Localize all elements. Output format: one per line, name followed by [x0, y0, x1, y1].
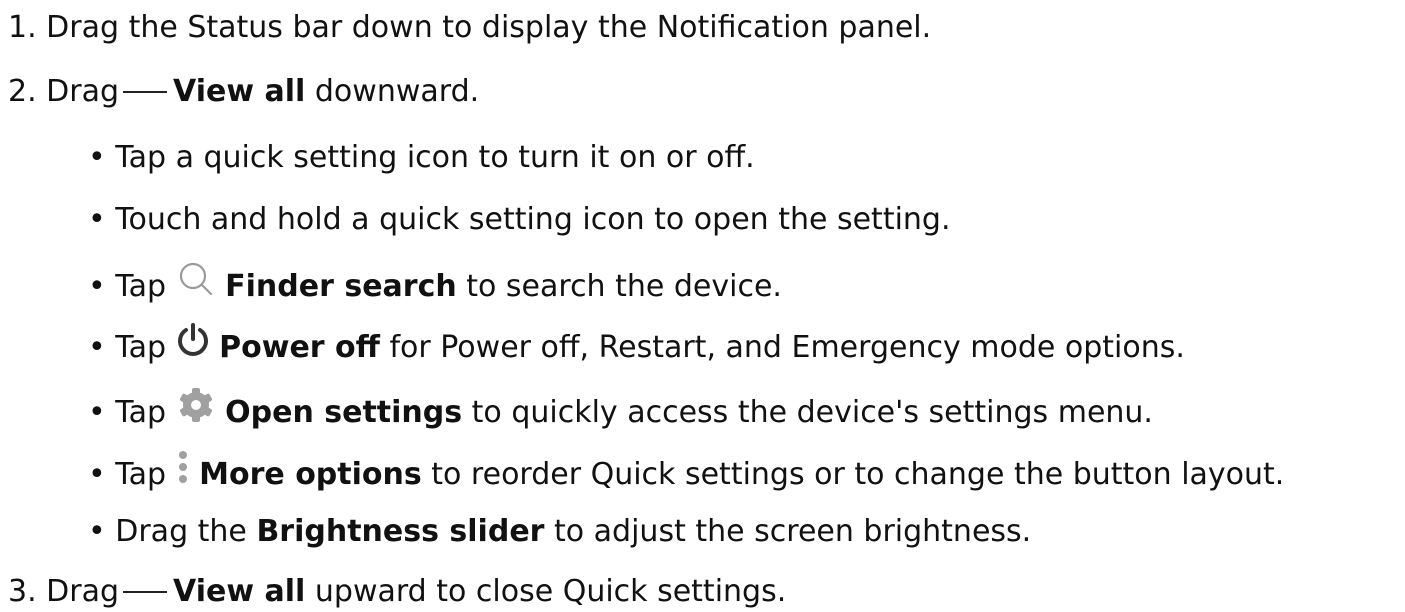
view-all-label: View all — [173, 574, 306, 609]
bullet-text-pre: Tap — [115, 395, 167, 430]
finder-search-label: Finder search — [225, 269, 457, 304]
dash-line-icon — [123, 590, 168, 593]
step-number: 2. — [8, 74, 37, 109]
bullet-text: Tap a quick setting icon to turn it on o… — [115, 140, 755, 175]
step-text-pre: Drag — [46, 74, 120, 109]
bullet-item: • Touch and hold a quick setting icon to… — [88, 200, 951, 240]
gear-icon — [176, 385, 216, 436]
step-text: Drag the Status bar down to display the … — [46, 10, 932, 45]
more-options-label: More options — [199, 457, 422, 492]
bullet-text-post: to adjust the screen brightness. — [554, 514, 1032, 549]
brightness-slider-label: Brightness slider — [256, 514, 545, 549]
bullet-item: • Tap a quick setting icon to turn it on… — [88, 138, 755, 178]
bullet-item: • Tap Finder search to search the device… — [88, 262, 782, 304]
step-text-post: downward. — [314, 74, 480, 109]
power-off-label: Power off — [219, 330, 380, 365]
search-icon — [176, 259, 216, 310]
bullet-text-pre: Tap — [115, 269, 167, 304]
bullet-text-post: to search the device. — [466, 269, 782, 304]
bullet-text-post: for Power off, Restart, and Emergency mo… — [389, 330, 1185, 365]
bullet-text-pre: Tap — [115, 457, 167, 492]
step-text-post: upward to close Quick settings. — [314, 574, 787, 609]
bullet-marker: • — [88, 330, 106, 365]
bullet-text-post: to quickly access the device's settings … — [471, 395, 1153, 430]
bullet-item: • Tap Power off for Power off, Restart, … — [88, 323, 1185, 365]
bullet-marker: • — [88, 269, 106, 304]
bullet-marker: • — [88, 202, 106, 237]
step-text-pre: Drag — [46, 574, 120, 609]
step-number: 3. — [8, 574, 37, 609]
power-icon — [176, 322, 210, 369]
bullet-text: Touch and hold a quick setting icon to o… — [115, 202, 951, 237]
bullet-marker: • — [88, 140, 106, 175]
bullet-item: • Tap Open settings to quickly access th… — [88, 388, 1153, 430]
view-all-label: View all — [173, 74, 306, 109]
bullet-marker: • — [88, 457, 106, 492]
dash-line-icon — [123, 90, 168, 93]
bullet-text-pre: Drag the — [115, 514, 247, 549]
bullet-item: • Tap More options to reorder Quick sett… — [88, 450, 1285, 492]
step-3: 3. Drag View all upward to close Quick se… — [8, 572, 786, 612]
more-options-icon — [176, 447, 190, 498]
step-1: 1. Drag the Status bar down to display t… — [8, 8, 931, 48]
open-settings-label: Open settings — [225, 395, 463, 430]
bullet-text-pre: Tap — [115, 330, 167, 365]
bullet-text-post: to reorder Quick settings or to change t… — [431, 457, 1285, 492]
bullet-marker: • — [88, 514, 106, 549]
step-number: 1. — [8, 10, 37, 45]
bullet-marker: • — [88, 395, 106, 430]
bullet-item: • Drag the Brightness slider to adjust t… — [88, 512, 1031, 552]
step-2: 2. Drag View all downward. — [8, 72, 479, 112]
